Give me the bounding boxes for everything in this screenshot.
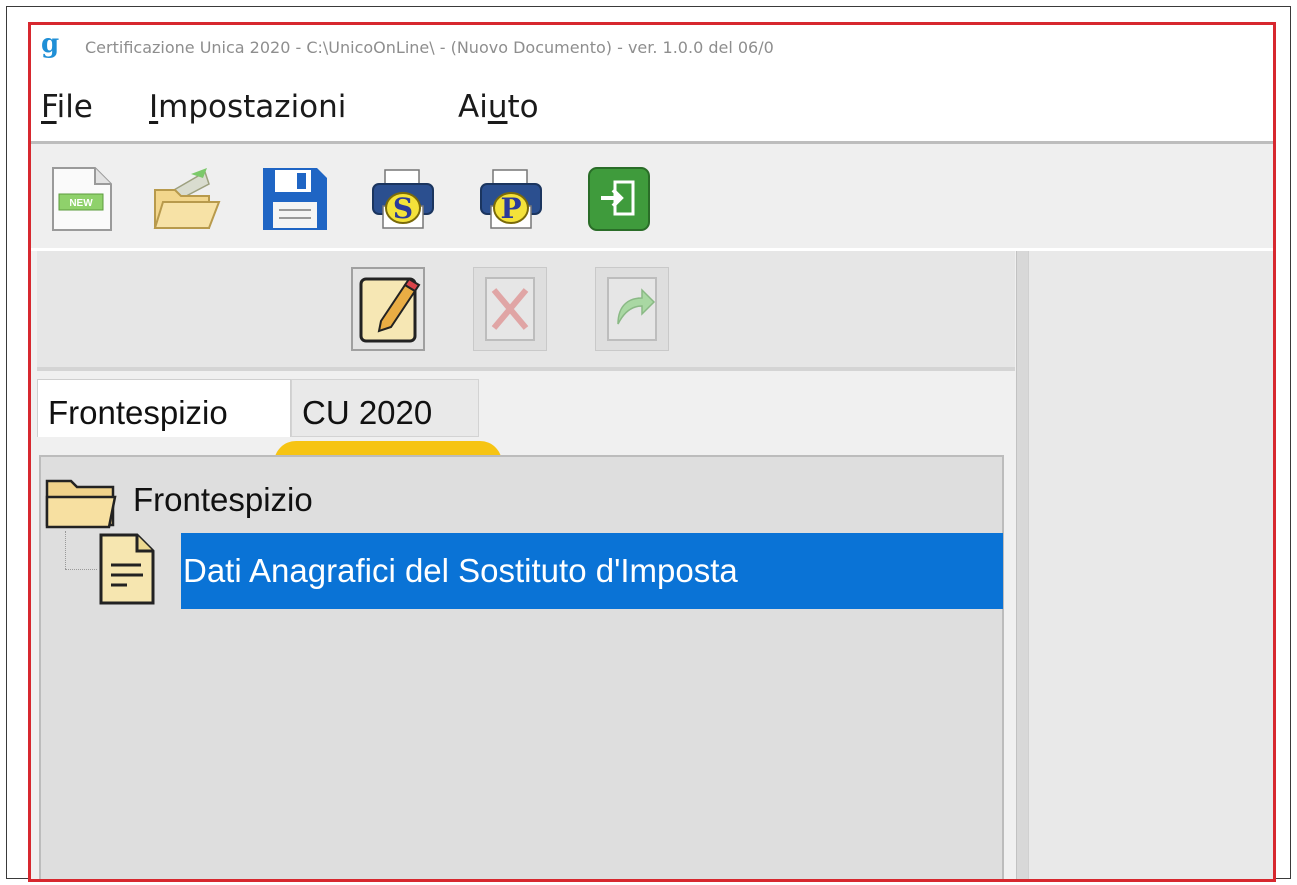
exit-icon (588, 167, 650, 231)
window-title: Certificazione Unica 2020 - C:\UnicoOnLi… (85, 38, 774, 57)
app-logo-icon: g (41, 29, 60, 59)
edit-icon (359, 277, 421, 343)
print-p-label: P (500, 192, 521, 225)
menu-file[interactable]: File (41, 89, 93, 125)
tree-connector-horizontal (65, 569, 97, 570)
new-document-button[interactable]: NEW (45, 164, 117, 234)
menu-file-accel: F (41, 89, 57, 125)
tree-child-node-selected[interactable]: Dati Anagrafici del Sostituto d'Imposta (181, 533, 1003, 609)
document-icon (99, 533, 155, 605)
new-document-icon: NEW (52, 167, 112, 231)
menu-impostazioni[interactable]: Impostazioni (149, 89, 346, 125)
main-toolbar: NEW S P (31, 144, 1273, 248)
menu-file-text: ile (56, 89, 93, 125)
tab-cu-2020[interactable]: CU 2020 (291, 379, 479, 437)
menu-impostazioni-text: mpostazioni (158, 89, 347, 125)
right-panel (1028, 251, 1273, 879)
open-button[interactable] (151, 164, 223, 234)
new-icon-label: NEW (69, 198, 93, 209)
tree-root-label[interactable]: Frontespizio (133, 481, 313, 519)
save-icon (263, 168, 327, 230)
title-bar: g Certificazione Unica 2020 - C:\UnicoOn… (31, 25, 1273, 71)
print-p-icon: P (480, 169, 542, 229)
export-icon (607, 277, 657, 341)
print-s-label: S (393, 192, 413, 225)
exit-button[interactable] (583, 164, 655, 234)
tree-view[interactable]: Frontespizio Dati Anagrafici del Sostitu… (39, 455, 1004, 879)
tree-connector-vertical (65, 531, 66, 569)
print-s-icon: S (372, 169, 434, 229)
print-s-button[interactable]: S (367, 164, 439, 234)
app-window: g Certificazione Unica 2020 - C:\UnicoOn… (28, 22, 1276, 882)
menu-aiuto-accel: u (487, 89, 508, 125)
print-p-button[interactable]: P (475, 164, 547, 234)
menu-bar: File Impostazioni Aiuto (31, 81, 1273, 137)
menu-aiuto-pre: Ai (458, 89, 488, 125)
delete-icon (485, 277, 535, 341)
tab-frontespizio[interactable]: Frontespizio (37, 379, 291, 437)
menu-aiuto[interactable]: Aiuto (458, 89, 539, 125)
menu-impostazioni-accel: I (149, 89, 159, 125)
tab-bar: Frontespizio CU 2020 (37, 379, 1015, 439)
tree-child-node-icon (97, 531, 159, 609)
delete-button[interactable] (473, 267, 547, 351)
panel-splitter[interactable] (1016, 251, 1028, 879)
export-button[interactable] (595, 267, 669, 351)
open-folder-icon (153, 168, 221, 229)
tree-root-node[interactable] (43, 473, 119, 531)
folder-icon (45, 479, 117, 529)
tree-child-label: Dati Anagrafici del Sostituto d'Imposta (183, 552, 738, 589)
menu-aiuto-text: to (507, 89, 539, 125)
edit-button[interactable] (351, 267, 425, 351)
save-button[interactable] (259, 164, 331, 234)
edit-toolbar (37, 251, 1015, 371)
